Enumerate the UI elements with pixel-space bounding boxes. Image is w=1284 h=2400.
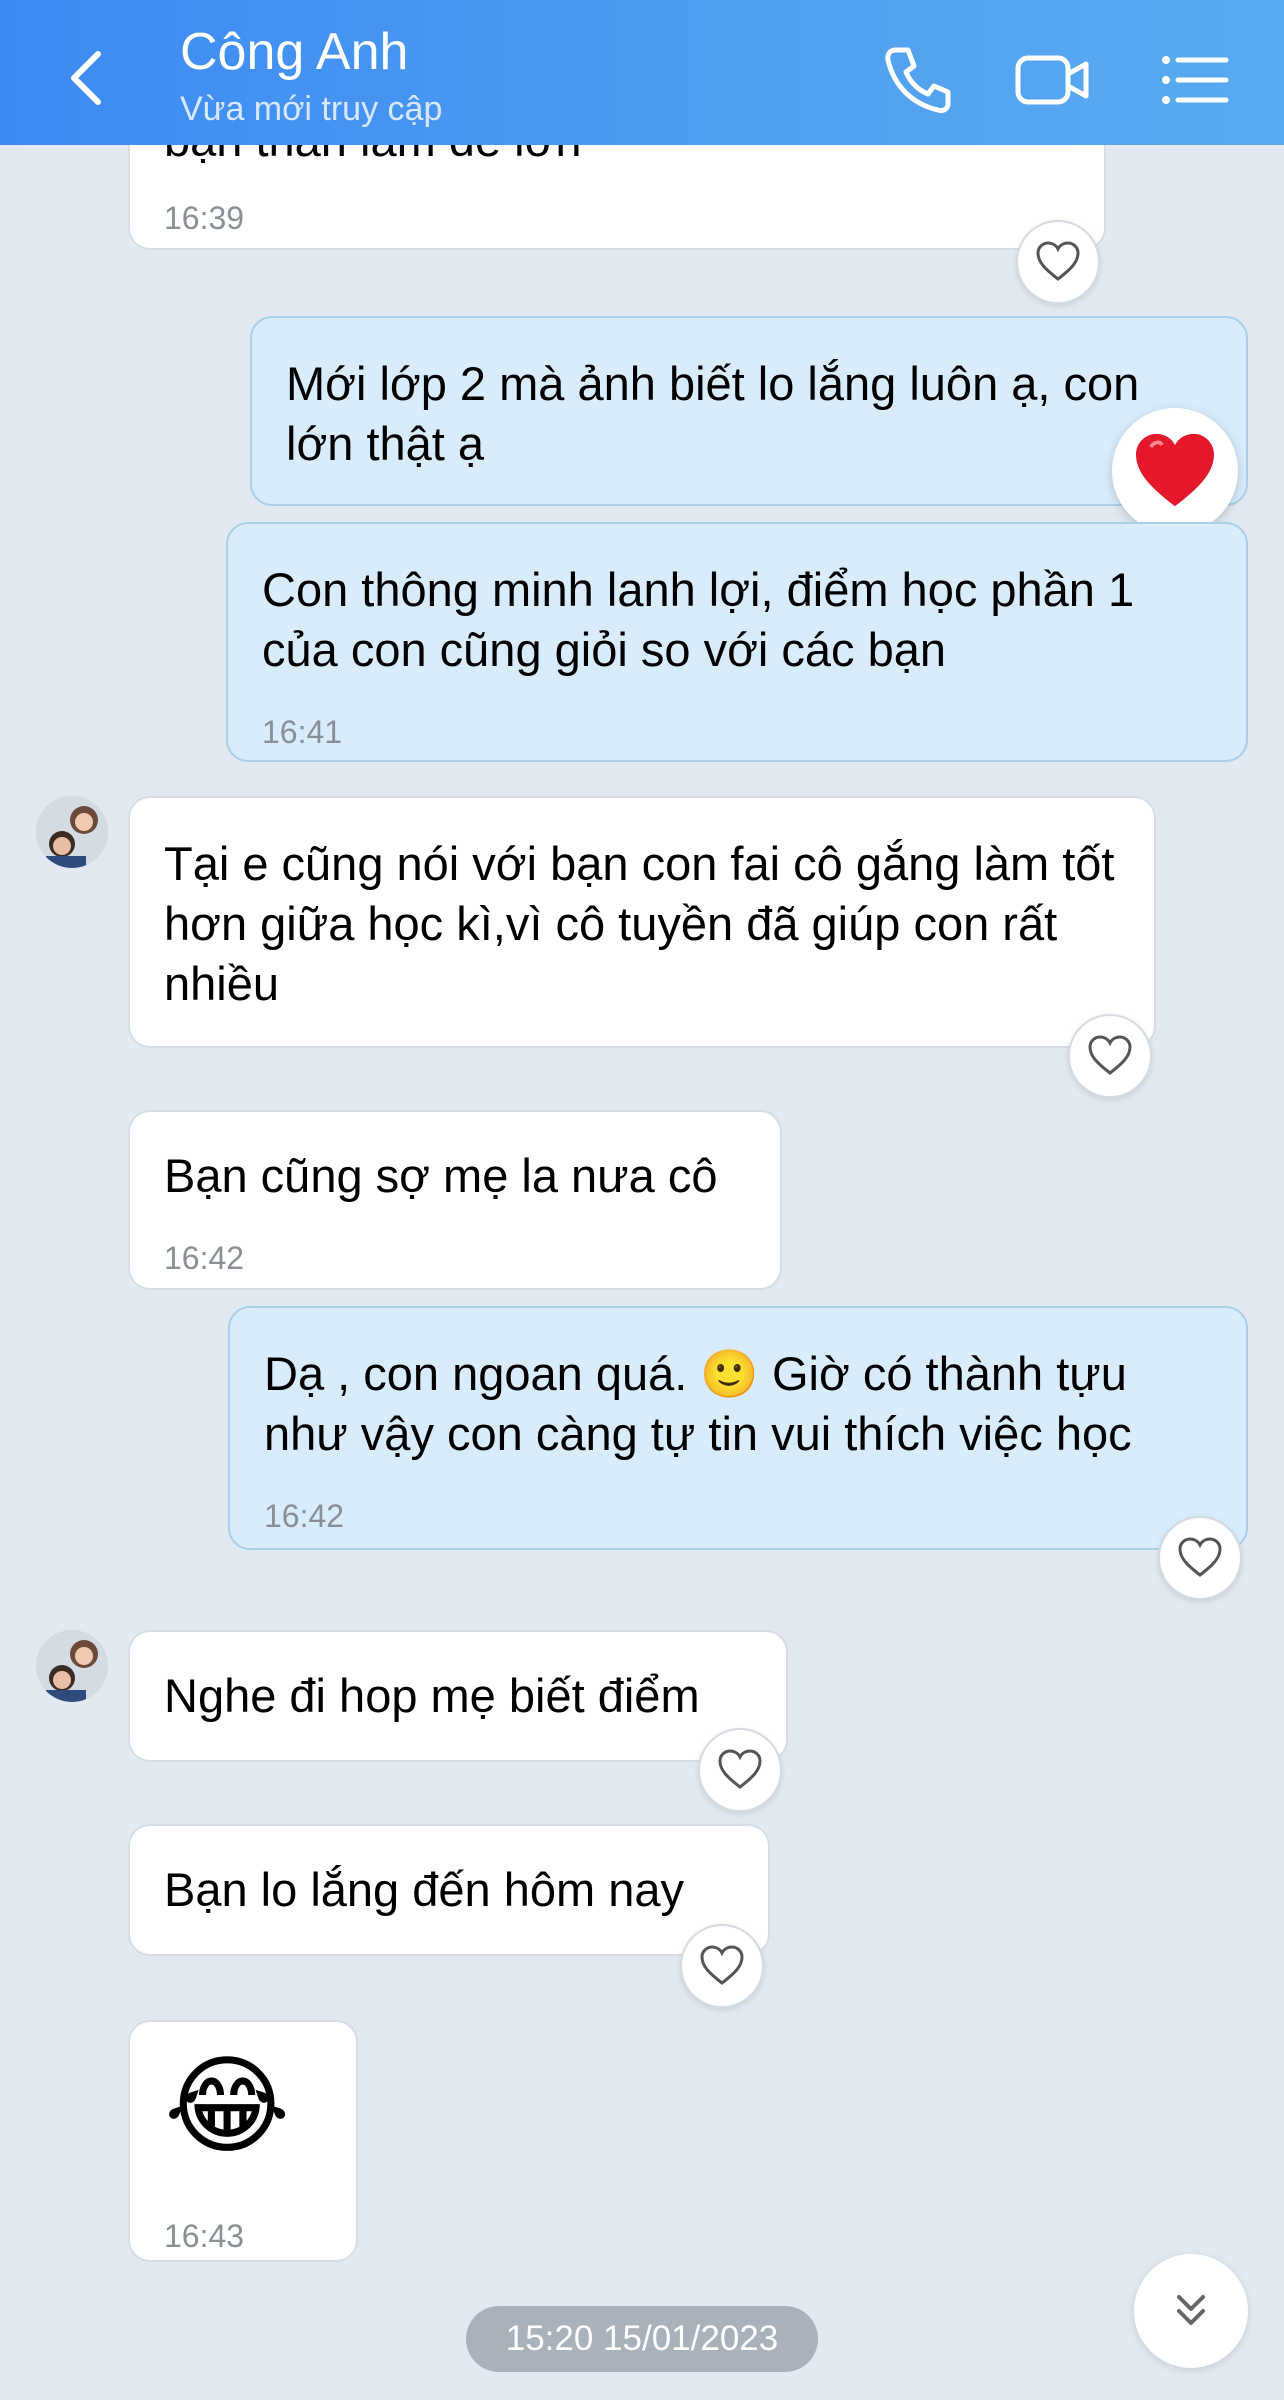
heart-outline-icon[interactable] (1158, 1516, 1242, 1600)
heart-outline-icon[interactable] (698, 1728, 782, 1812)
message-time: 16:39 (164, 200, 245, 236)
message-bubble-incoming[interactable]: Bạn lo lắng đến hôm nay (128, 1824, 770, 1956)
message-bubble-incoming[interactable]: 😂 16:43 (128, 2020, 358, 2262)
contact-name[interactable]: Công Anh (180, 22, 408, 82)
message-time: 16:42 (264, 1498, 345, 1534)
contact-avatar[interactable] (36, 1630, 108, 1702)
message-bubble-incoming[interactable]: Tại e cũng nói với bạn con fai cô gắng l… (128, 796, 1156, 1048)
heart-outline-icon[interactable] (1016, 220, 1100, 304)
message-text: Bạn lo lắng đến hôm nay (164, 1863, 684, 1916)
heart-reaction-icon[interactable] (1112, 408, 1238, 534)
video-camera-icon[interactable] (1012, 40, 1092, 120)
phone-icon[interactable] (878, 40, 958, 120)
list-icon[interactable] (1156, 40, 1236, 120)
message-bubble-outgoing[interactable]: Con thông minh lanh lợi, điểm học phần 1… (226, 522, 1248, 762)
heart-outline-icon[interactable] (680, 1924, 764, 2008)
message-time: 16:42 (164, 1240, 245, 1276)
message-time: 16:43 (164, 2218, 245, 2254)
contact-status: Vừa mới truy cập (180, 90, 443, 128)
message-text: Dạ , con ngoan quá. 🙂 Giờ có thành tựu n… (264, 1347, 1140, 1460)
message-text: Bạn cũng sợ mẹ la nưa cô (164, 1149, 718, 1202)
chat-header: Công Anh Vừa mới truy cập (0, 0, 1284, 145)
message-bubble-outgoing[interactable]: Mới lớp 2 mà ảnh biết lo lắng luôn ạ, co… (250, 316, 1248, 506)
laughing-emoji: 😂 (164, 2045, 291, 2166)
heart-outline-icon[interactable] (1068, 1014, 1152, 1098)
message-bubble-incoming[interactable]: Nghe đi hop mẹ biết điểm (128, 1630, 788, 1762)
double-chevron-down-icon[interactable] (1134, 2254, 1248, 2368)
message-text: Con thông minh lanh lợi, điểm học phần 1… (262, 563, 1148, 676)
date-separator: 15:20 15/01/2023 (466, 2306, 818, 2372)
message-bubble-incoming[interactable]: Bạn cũng sợ mẹ la nưa cô 16:42 (128, 1110, 782, 1290)
message-text: Nghe đi hop mẹ biết điểm (164, 1669, 700, 1722)
message-time: 16:41 (262, 714, 343, 750)
message-text: Tại e cũng nói với bạn con fai cô gắng l… (164, 837, 1128, 1010)
contact-avatar[interactable] (36, 796, 108, 868)
message-bubble-outgoing[interactable]: Dạ , con ngoan quá. 🙂 Giờ có thành tựu n… (228, 1306, 1248, 1550)
message-text: Mới lớp 2 mà ảnh biết lo lắng luôn ạ, co… (286, 357, 1153, 470)
back-chevron-icon[interactable] (62, 48, 112, 108)
